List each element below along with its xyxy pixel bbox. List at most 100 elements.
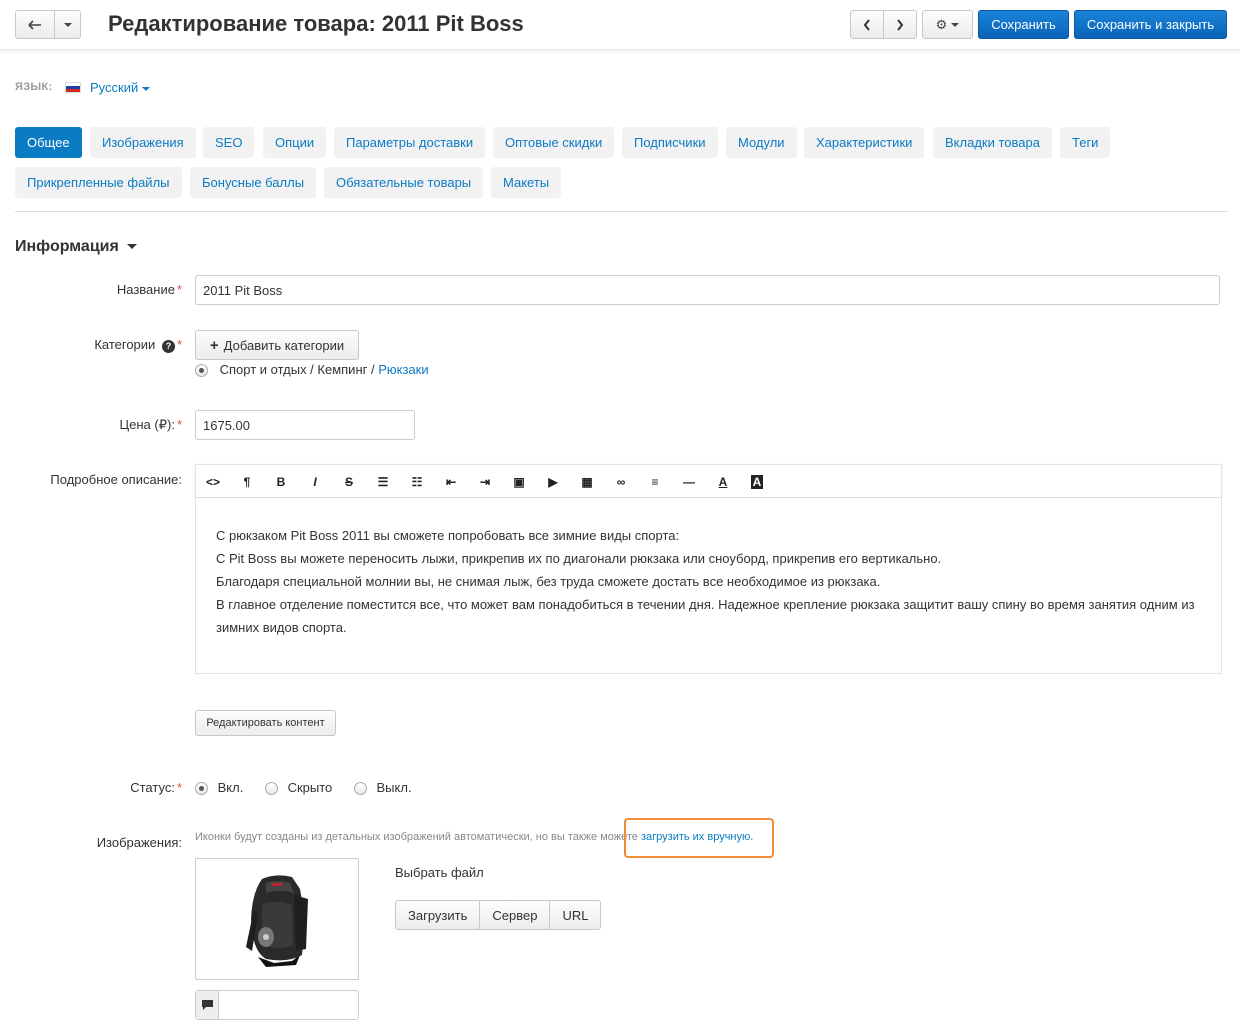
save-and-close-button[interactable]: Сохранить и закрыть	[1074, 10, 1227, 39]
indent-icon[interactable]: ⇥	[476, 473, 494, 491]
categories-label: Категории ? *	[94, 337, 182, 353]
bullet-list-icon[interactable]: ☰	[374, 473, 392, 491]
description-label: Подробное описание:	[50, 472, 182, 487]
status-on-radio[interactable]	[195, 782, 208, 796]
description-editor[interactable]: С рюкзаком Pit Boss 2011 вы сможете попр…	[195, 498, 1222, 674]
edit-content-button[interactable]: Редактировать контент	[195, 710, 336, 736]
choose-file-label: Выбрать файл	[395, 865, 484, 880]
help-icon[interactable]: ?	[161, 340, 175, 353]
language-current: Русский	[90, 80, 139, 95]
status-label-text: Статус:	[130, 780, 175, 795]
strikethrough-icon[interactable]: S	[340, 473, 358, 491]
page-title: Редактирование товара: 2011 Pit Boss	[108, 11, 524, 36]
font-color-icon[interactable]: A	[714, 473, 732, 491]
tab-reward-points[interactable]: Бонусные баллы	[190, 167, 317, 198]
chevron-right-icon	[897, 18, 904, 31]
description-line: С Pit Boss вы можете переносить лыжи, пр…	[216, 551, 942, 566]
tab-tags[interactable]: Теги	[1060, 127, 1111, 158]
status-on-label: Вкл.	[217, 780, 244, 795]
description-line: В главное отделение поместится все, что …	[216, 597, 1195, 612]
name-label-text: Название	[116, 282, 175, 297]
bold-icon[interactable]: B	[272, 473, 290, 491]
chevron-down-icon	[142, 86, 151, 91]
tab-seo[interactable]: SEO	[203, 127, 255, 158]
price-label-text: Цена (₽):	[119, 417, 175, 432]
chevron-down-icon	[951, 22, 960, 27]
upload-local-button[interactable]: Загрузить	[395, 900, 481, 930]
category-radio[interactable]	[195, 364, 208, 378]
video-icon[interactable]: ▶	[544, 473, 562, 491]
comment-icon	[196, 991, 219, 1019]
top-toolbar: Редактирование товара: 2011 Pit Boss ⚙ С…	[0, 0, 1240, 50]
editor-toolbar: <> ¶ B I S ☰ ☷ ⇤ ⇥ ▣ ▶ ▦ ∞ ≡ — A A	[195, 464, 1222, 498]
align-icon[interactable]: ≡	[646, 473, 664, 491]
category-path: Спорт и отдых / Кемпинг /	[219, 362, 379, 377]
paragraph-icon[interactable]: ¶	[238, 473, 256, 491]
price-input[interactable]: 1675.00	[195, 410, 415, 440]
images-label: Изображения:	[96, 835, 182, 850]
tab-images[interactable]: Изображения	[90, 127, 196, 158]
language-selector[interactable]: Русский	[90, 80, 151, 95]
settings-dropdown-button[interactable]: ⚙	[922, 10, 973, 39]
backpack-icon	[246, 875, 308, 967]
upload-url-button[interactable]: URL	[549, 900, 602, 930]
status-off-label: Выкл.	[376, 780, 412, 795]
tab-wholesale[interactable]: Оптовые скидки	[493, 127, 615, 158]
horizontal-rule-icon[interactable]: —	[680, 473, 698, 491]
add-categories-label: Добавить категории	[223, 337, 345, 353]
background-color-icon[interactable]: A	[748, 473, 766, 491]
back-button[interactable]	[15, 10, 55, 39]
status-radio-group: Вкл. Скрыто Выкл.	[195, 780, 412, 796]
image-alt-input[interactable]	[195, 990, 359, 1020]
tab-attachments[interactable]: Прикрепленные файлы	[15, 167, 182, 198]
prev-product-button[interactable]	[850, 10, 884, 39]
link-icon[interactable]: ∞	[612, 473, 630, 491]
description-line: зимних видов спорта.	[216, 620, 347, 635]
italic-icon[interactable]: I	[306, 473, 324, 491]
gear-icon: ⚙	[935, 16, 948, 32]
chevron-down-icon	[63, 22, 72, 27]
category-row: Спорт и отдых / Кемпинг / Рюкзаки	[195, 362, 429, 378]
next-product-button[interactable]	[883, 10, 917, 39]
tab-subscribers[interactable]: Подписчики	[622, 127, 718, 158]
tab-shipping[interactable]: Параметры доставки	[334, 127, 486, 158]
tab-layouts[interactable]: Макеты	[491, 167, 562, 198]
image-icon[interactable]: ▣	[510, 473, 528, 491]
back-arrow-icon	[28, 19, 41, 30]
upload-server-button[interactable]: Сервер	[479, 900, 551, 930]
back-dropdown-button[interactable]	[54, 10, 81, 39]
status-hidden-label: Скрыто	[287, 780, 333, 795]
product-image[interactable]	[195, 858, 359, 980]
code-icon[interactable]: <>	[204, 473, 222, 491]
price-label: Цена (₽): *	[119, 417, 182, 432]
tab-modules[interactable]: Модули	[726, 127, 797, 158]
category-link[interactable]: Рюкзаки	[378, 362, 428, 377]
tab-product-tabs[interactable]: Вкладки товара	[933, 127, 1052, 158]
description-line: С рюкзаком Pit Boss 2011 вы сможете попр…	[216, 528, 680, 543]
add-categories-button[interactable]: + Добавить категории	[195, 330, 359, 360]
description-line: Благодаря специальной молнии вы, не сним…	[216, 574, 881, 589]
status-label: Статус: *	[130, 780, 182, 795]
highlight-box	[624, 818, 774, 858]
section-title[interactable]: Информация	[15, 238, 137, 256]
plus-icon: +	[209, 336, 219, 354]
outdent-icon[interactable]: ⇤	[442, 473, 460, 491]
tab-general[interactable]: Общее	[15, 127, 82, 158]
tab-required-products[interactable]: Обязательные товары	[324, 167, 484, 198]
language-label: ЯЗЫК:	[15, 81, 53, 93]
tab-options[interactable]: Опции	[263, 127, 327, 158]
upload-button-group: Загрузить Сервер URL	[395, 900, 602, 930]
name-input[interactable]: 2011 Pit Boss	[195, 275, 1220, 305]
chevron-left-icon	[863, 18, 870, 31]
russia-flag-icon	[65, 82, 81, 93]
numbered-list-icon[interactable]: ☷	[408, 473, 426, 491]
chevron-down-icon	[126, 244, 137, 250]
save-button[interactable]: Сохранить	[978, 10, 1069, 39]
section-title-text: Информация	[15, 238, 119, 255]
table-icon[interactable]: ▦	[578, 473, 596, 491]
status-hidden-radio[interactable]	[264, 782, 278, 796]
name-label: Название *	[116, 282, 182, 297]
status-off-radio[interactable]	[353, 782, 367, 796]
back-button-group	[15, 10, 81, 39]
tab-features[interactable]: Характеристики	[804, 127, 925, 158]
